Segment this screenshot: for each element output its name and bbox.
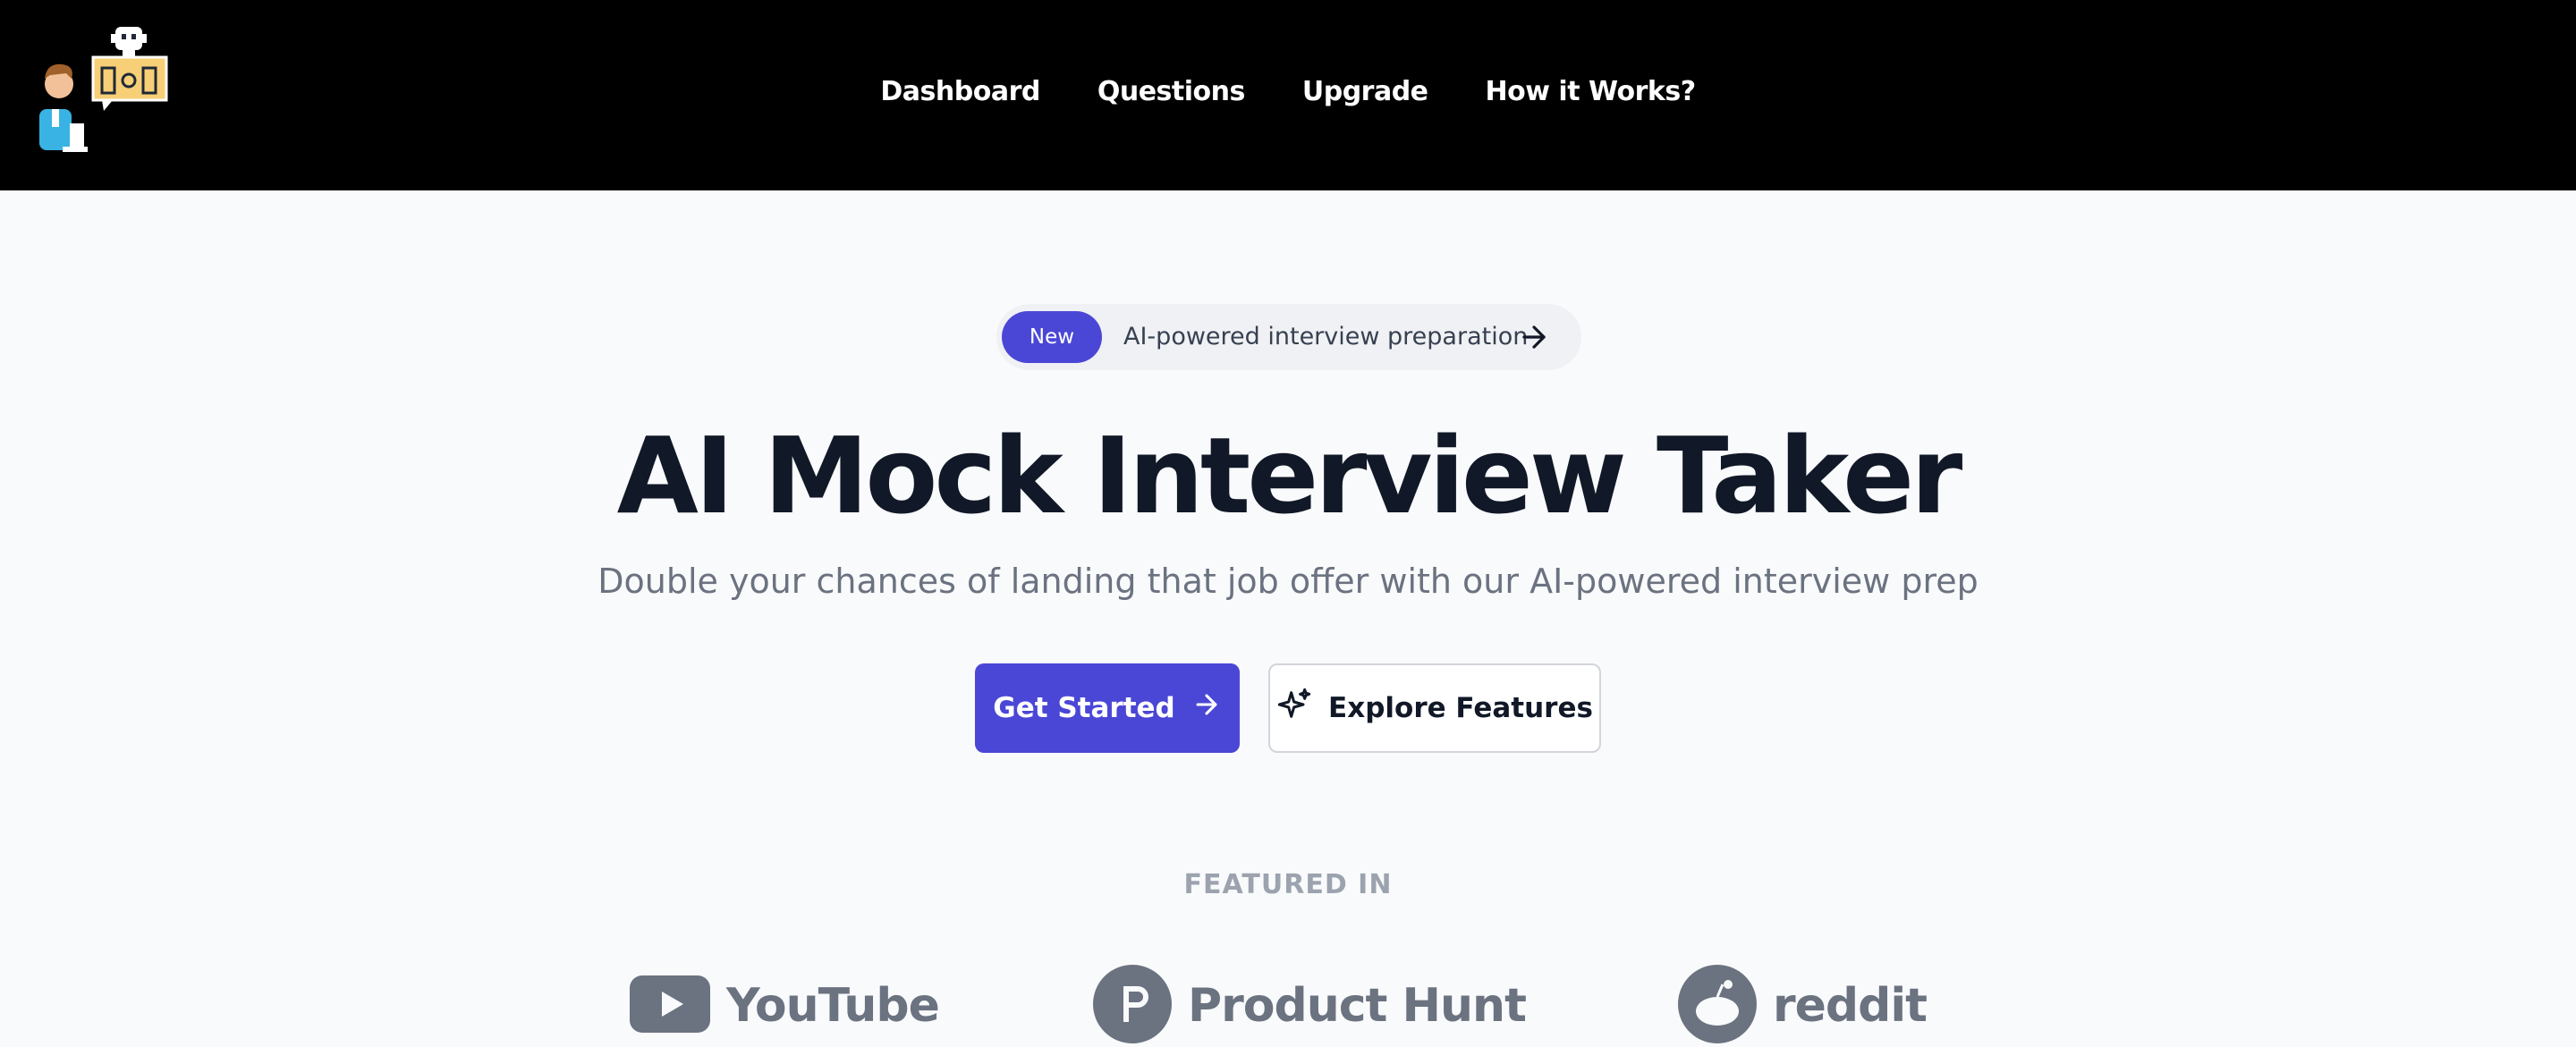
reddit-label: reddit — [1773, 979, 1928, 1033]
new-badge: New — [1002, 311, 1102, 363]
announcement-pill[interactable]: New AI-powered interview preparation — [996, 304, 1581, 370]
reddit-brand: reddit — [1678, 965, 1928, 1047]
nav-link-dashboard[interactable]: Dashboard — [880, 76, 1040, 107]
featured-in-heading: FEATURED IN — [1183, 869, 1393, 900]
product-hunt-icon — [1093, 965, 1172, 1047]
nav-link-how-it-works[interactable]: How it Works? — [1486, 76, 1697, 107]
get-started-button[interactable]: Get Started — [975, 663, 1240, 753]
nav-link-upgrade[interactable]: Upgrade — [1302, 76, 1428, 107]
youtube-brand: YouTube — [630, 966, 940, 1046]
hero-title: AI Mock Interview Taker — [616, 414, 1963, 537]
arrow-right-icon — [1191, 689, 1222, 727]
youtube-icon — [630, 975, 710, 1036]
hero-subtitle: Double your chances of landing that job … — [597, 561, 1979, 601]
explore-features-button[interactable]: Explore Features — [1268, 663, 1601, 753]
product-hunt-label: Product Hunt — [1188, 979, 1527, 1033]
youtube-label: YouTube — [726, 979, 940, 1033]
top-navbar: Dashboard Questions Upgrade How it Works… — [0, 0, 2576, 190]
get-started-label: Get Started — [993, 692, 1175, 724]
arrow-right-icon — [1517, 320, 1551, 354]
explore-features-label: Explore Features — [1328, 692, 1593, 724]
product-hunt-brand: Product Hunt — [1093, 965, 1527, 1047]
main-nav: Dashboard Questions Upgrade How it Works… — [0, 0, 2576, 183]
reddit-icon — [1678, 965, 1757, 1047]
announcement-text: AI-powered interview preparation — [1123, 323, 1529, 350]
sparkles-icon — [1276, 687, 1312, 730]
nav-link-questions[interactable]: Questions — [1097, 76, 1246, 107]
